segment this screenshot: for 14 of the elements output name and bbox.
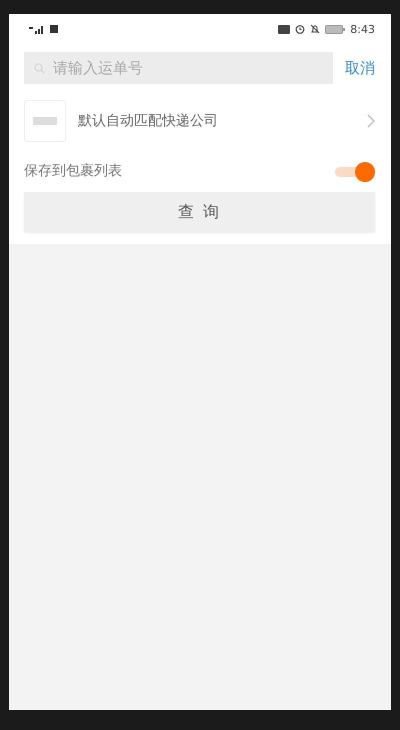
company-selector[interactable]: 默认自动匹配快递公司 — [9, 84, 391, 142]
cancel-button[interactable]: 取消 — [345, 58, 375, 78]
courier-logo-icon — [24, 100, 66, 142]
status-time: 8:43 — [350, 22, 375, 36]
chevron-right-icon — [367, 114, 375, 128]
mute-icon — [310, 24, 320, 34]
save-toggle-label: 保存到包裹列表 — [24, 162, 122, 180]
search-field[interactable]: 请输入运单号 — [24, 52, 333, 84]
company-label: 默认自动匹配快递公司 — [78, 112, 219, 130]
signal-icon — [29, 24, 45, 34]
query-button[interactable]: 查 询 — [24, 192, 375, 232]
battery-icon — [325, 24, 346, 34]
save-toggle[interactable] — [333, 162, 375, 180]
alarm-icon — [295, 24, 306, 34]
